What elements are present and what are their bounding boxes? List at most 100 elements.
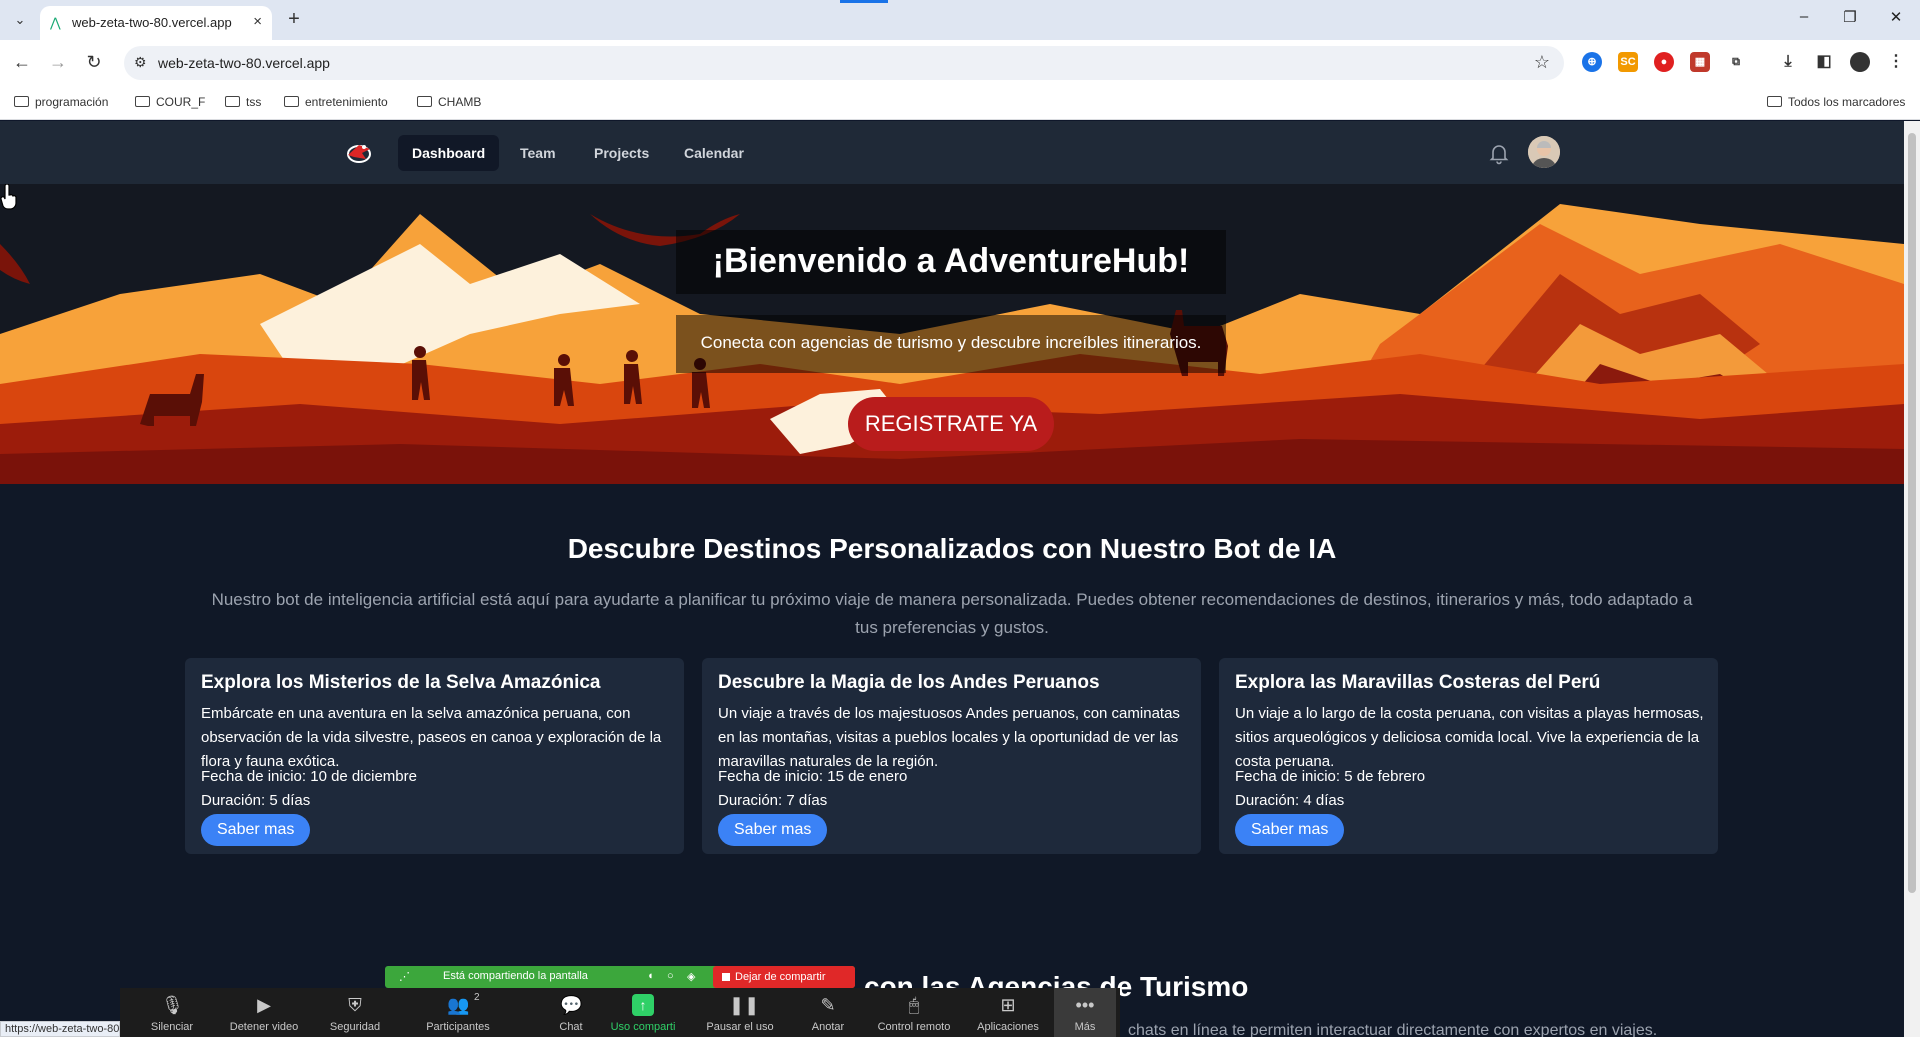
bookmark-folder[interactable]: entretenimiento [284,95,388,109]
participants-button[interactable]: 👥 Participantes 2 [398,988,518,1037]
card-title: Explora los Misterios de la Selva Amazón… [201,672,601,693]
apps-button[interactable]: ⊞ Aplicaciones [962,988,1054,1037]
close-window-icon[interactable]: ✕ [1884,8,1908,26]
hand-pointer-cursor-icon [0,184,17,210]
bookmark-star-icon[interactable]: ☆ [1534,52,1550,73]
security-button[interactable]: ⛨ Seguridad [312,988,398,1037]
apps-icon: ⊞ [1000,995,1016,1015]
mouse-icon: 🖱 [908,995,920,1015]
sharing-status-text: Está compartiendo la pantalla [443,970,588,982]
destination-card: Explora las Maravillas Costeras del Perú… [1219,658,1718,854]
hero-title: ¡Bienvenido a AdventureHub! [712,242,1190,280]
participants-count: 2 [474,992,480,1003]
hero-banner: ¡Bienvenido a AdventureHub! Conecta con … [0,184,1904,484]
hero-subtitle: Conecta con agencias de turismo y descub… [700,333,1202,352]
remote-control-button[interactable]: 🖱 Control remoto [866,988,962,1037]
notifications-bell-icon[interactable] [1487,141,1511,165]
folder-icon [135,96,150,107]
extension-sc-icon[interactable]: SC [1618,52,1638,72]
stop-sharing-button[interactable]: Dejar de compartir [713,966,855,988]
new-tab-button[interactable]: + [282,8,306,32]
chat-icon: 💬 [560,995,583,1015]
card-start-date: Fecha de inicio: 10 de diciembre [201,768,417,785]
restore-window-icon[interactable]: ❐ [1838,8,1862,26]
extension-blue-icon[interactable]: ⊕ [1582,52,1602,72]
register-now-button[interactable]: REGISTRATE YA [848,397,1054,451]
share-screen-button[interactable]: ↑ Uso comparti [590,988,696,1037]
forward-arrow-icon[interactable]: → [46,50,70,74]
stop-video-button[interactable]: ▶ Detener video [216,988,312,1037]
page-scrollbar[interactable] [1904,121,1920,1037]
menu-kebab-icon[interactable]: ⋮ [1886,52,1906,72]
card-description: Un viaje a través de los majestuosos And… [718,705,1180,770]
pause-icon: ❚❚ [729,995,760,1015]
nav-dashboard[interactable]: Dashboard [398,135,500,171]
folder-icon [417,96,432,107]
shield-check-icon: ◈ [687,971,696,983]
minimize-window-icon[interactable]: – [1792,8,1816,25]
site-navbar: Dashboard Team Projects Calendar [0,121,1904,184]
folder-icon [284,96,299,107]
bookmarks-bar: programación COUR_F tss entretenimiento … [0,86,1920,120]
ai-bot-section-description: Nuestro bot de inteligencia artificial e… [211,590,1693,637]
back-arrow-icon[interactable]: ← [10,50,34,74]
destination-card: Descubre la Magia de los Andes Peruanos … [702,658,1201,854]
scrollbar-thumb[interactable] [1908,133,1916,893]
card-description: Un viaje a lo largo de la costa peruana,… [1235,705,1704,770]
folder-icon [225,96,240,107]
address-url[interactable]: web-zeta-two-80.vercel.app [158,55,330,71]
all-bookmarks-folder[interactable]: Todos los marcadores [1767,95,1905,109]
learn-more-button[interactable]: Saber mas [1235,814,1345,846]
participants-icon: 👥 [447,995,470,1015]
ai-bot-section-title: Descubre Destinos Personalizados con Nue… [567,533,1337,564]
browser-tab-active[interactable]: ⋀ web-zeta-two-80.vercel.app × [40,6,272,40]
downloads-icon[interactable]: ⤓ [1778,52,1798,72]
card-title: Descubre la Magia de los Andes Peruanos [718,672,1100,693]
shield-icon: ⛨ [348,995,362,1015]
mute-button[interactable]: 🎙 Silenciar [128,988,216,1037]
close-tab-icon[interactable]: × [253,13,262,30]
tab-strip-accent [840,0,888,3]
share-screen-icon: ↑ [632,994,654,1016]
adventurehub-logo-icon[interactable] [344,139,374,165]
agencies-section-description: chats en línea te permiten interactuar d… [1128,1022,1658,1037]
bookmark-folder[interactable]: tss [225,95,261,109]
site-info-icon[interactable]: ⚙ [134,54,147,71]
bookmark-folder[interactable]: COUR_F [135,95,205,109]
user-avatar[interactable] [1528,136,1560,168]
bookmark-folder[interactable]: programación [14,95,108,109]
browser-tab-bar: ⌄ ⋀ web-zeta-two-80.vercel.app × + – ❐ ✕ [0,0,1920,40]
browser-toolbar: ← → ↻ ⚙ web-zeta-two-80.vercel.app ☆ ⊕ S… [0,40,1920,86]
card-duration: Duración: 4 días [1235,792,1345,809]
folder-icon [14,96,29,107]
address-bar[interactable]: ⚙ web-zeta-two-80.vercel.app ☆ [124,46,1564,80]
link-hover-status: https://web-zeta-two-80.vercel.app/ [0,1021,120,1037]
nav-team[interactable]: Team [506,135,570,171]
pause-share-button[interactable]: ❚❚ Pausar el uso [690,988,790,1037]
speaker-icon[interactable]: ◖ [647,970,654,982]
nav-calendar[interactable]: Calendar [670,135,758,171]
profile-avatar-icon[interactable] [1850,52,1870,72]
card-duration: Duración: 7 días [718,792,828,809]
more-icon: ••• [1075,995,1095,1015]
more-button[interactable]: ••• Más [1054,988,1116,1037]
tab-search-icon[interactable]: ⌄ [8,8,32,32]
web-page: Dashboard Team Projects Calendar ¡Bienve… [0,121,1904,1037]
vercel-favicon-icon: ⋀ [50,15,61,30]
extension-pdf-icon[interactable]: ▦ [1690,52,1710,72]
reload-icon[interactable]: ↻ [82,50,106,74]
pencil-icon: ✎ [820,995,836,1015]
nav-projects[interactable]: Projects [580,135,663,171]
card-description: Embárcate en una aventura en la selva am… [201,705,662,770]
learn-more-button[interactable]: Saber mas [718,814,828,846]
destination-card: Explora los Misterios de la Selva Amazón… [185,658,684,854]
learn-more-button[interactable]: Saber mas [201,814,311,846]
drag-handle-icon[interactable]: ⋰ [399,970,410,983]
annotate-button[interactable]: ✎ Anotar [790,988,866,1037]
side-panel-icon[interactable]: ◧ [1814,52,1834,72]
bookmark-folder[interactable]: CHAMB [417,95,481,109]
status-circle-icon: ○ [667,970,674,982]
extensions-puzzle-icon[interactable]: ⧉ [1726,52,1746,72]
card-start-date: Fecha de inicio: 5 de febrero [1235,768,1426,785]
extension-red-icon[interactable]: ● [1654,52,1674,72]
